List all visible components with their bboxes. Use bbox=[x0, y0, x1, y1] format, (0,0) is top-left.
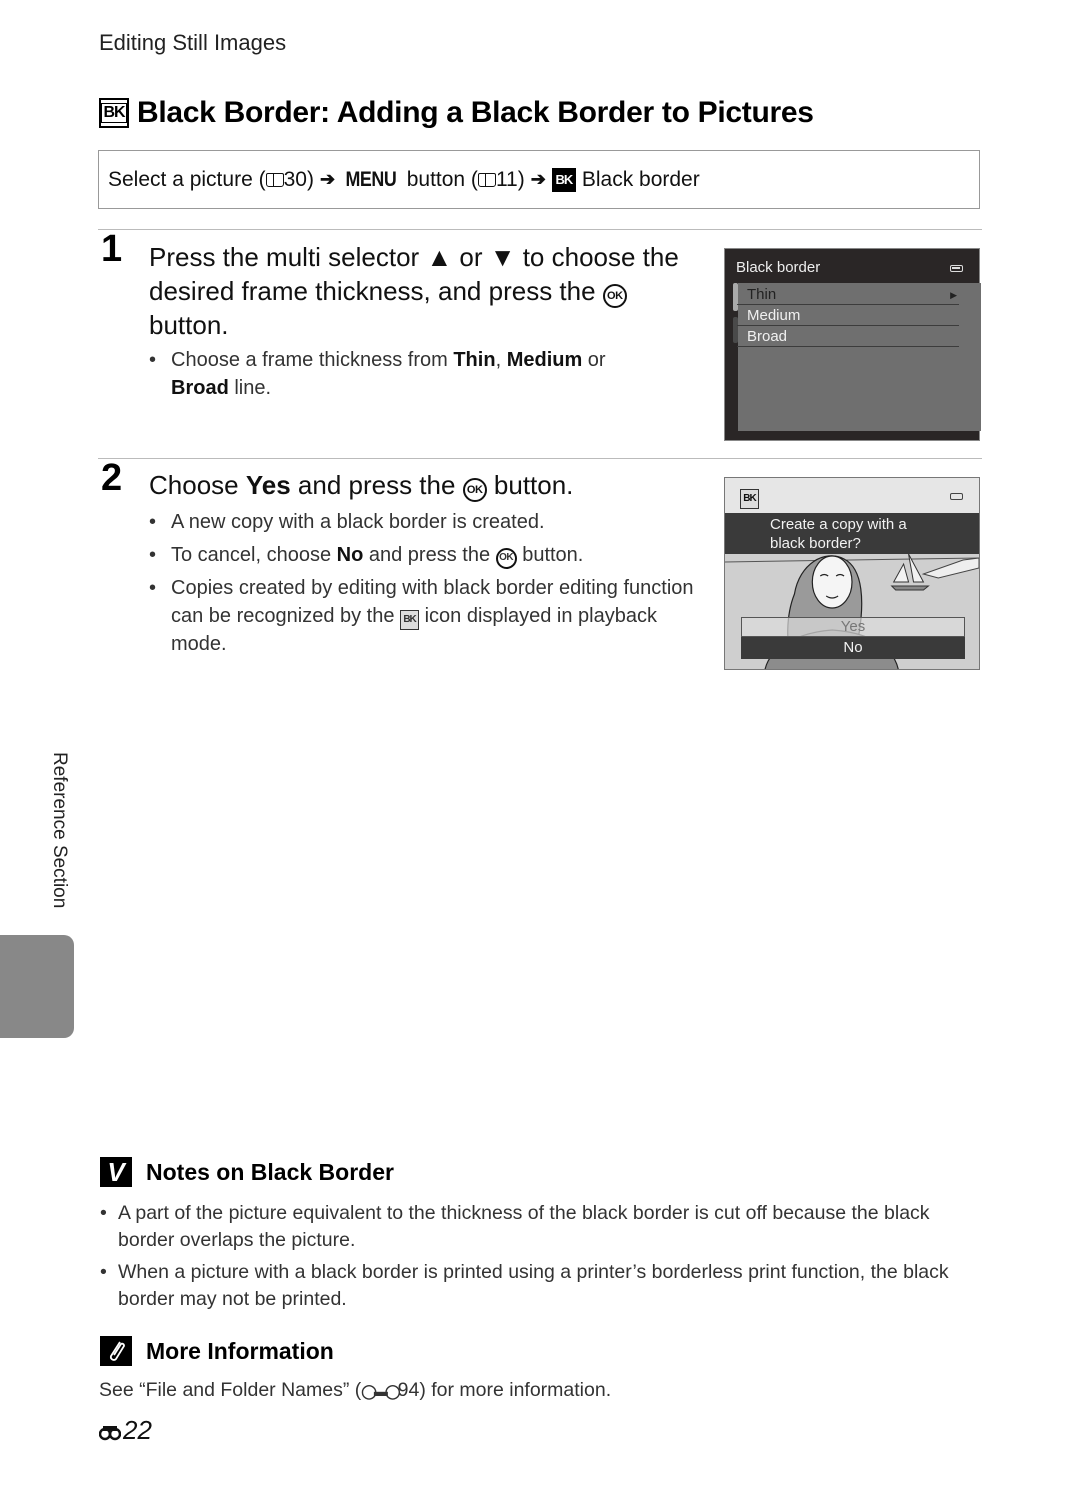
list-item: • A part of the picture equivalent to the… bbox=[100, 1202, 930, 1251]
ok-button-icon: OK bbox=[495, 547, 517, 569]
battery-icon bbox=[950, 493, 963, 500]
book-icon bbox=[477, 172, 496, 187]
page-number: 22 bbox=[99, 1415, 152, 1446]
page-title-text: Black Border: Adding a Black Border to P… bbox=[137, 96, 814, 129]
navigation-path: Select a picture (30) ➔ MENU button (11)… bbox=[98, 150, 980, 209]
paperclip-icon bbox=[100, 1336, 132, 1366]
more-info-heading-text: More Information bbox=[146, 1337, 334, 1364]
divider bbox=[98, 229, 982, 230]
black-border-icon: BK bbox=[740, 489, 759, 509]
list-item: • When a picture with a black border is p… bbox=[100, 1261, 949, 1310]
arrow-right-icon: ➔ bbox=[530, 169, 546, 189]
book-icon bbox=[265, 172, 284, 187]
black-border-icon: BK bbox=[551, 167, 576, 192]
caret-right-icon: ▶ bbox=[950, 290, 957, 300]
ok-button-icon: OK bbox=[602, 284, 627, 308]
notes-heading: V Notes on Black Border bbox=[100, 1157, 394, 1187]
menu-option-thin[interactable]: Thin ▶ bbox=[737, 285, 959, 305]
list-item: • Choose a frame thickness from Thin, Me… bbox=[149, 349, 606, 399]
confirm-prompt: Create a copy with a black border? bbox=[725, 513, 979, 554]
option-yes[interactable]: Yes bbox=[741, 617, 965, 637]
menu-button-icon: MENU bbox=[345, 167, 397, 191]
camera-screen-black-border-menu: Black border Thin ▶ Medium Broad bbox=[724, 248, 981, 441]
black-border-icon: BK bbox=[99, 98, 129, 128]
option-no[interactable]: No bbox=[741, 637, 965, 659]
notes-list: • A part of the picture equivalent to the… bbox=[100, 1200, 980, 1318]
step-2-instruction: Choose Yes and press the OK button. bbox=[149, 470, 574, 502]
path-step-black-border: Black border bbox=[581, 167, 700, 191]
menu-option-medium[interactable]: Medium bbox=[737, 306, 959, 326]
path-step-menu: MENU button (11) bbox=[345, 167, 525, 191]
step-number-2: 2 bbox=[101, 457, 123, 499]
side-section-label: Reference Section bbox=[49, 752, 70, 909]
step-1-instruction: Press the multi selector ▲ or ▼ to choos… bbox=[149, 242, 679, 340]
notes-heading-text: Notes on Black Border bbox=[146, 1158, 394, 1185]
list-item: • To cancel, choose No and press the OK … bbox=[149, 541, 694, 569]
section-header: Editing Still Images bbox=[99, 30, 287, 55]
check-icon: V bbox=[100, 1157, 132, 1187]
list-item: • A new copy with a black border is creat… bbox=[149, 511, 545, 533]
reference-section-icon bbox=[99, 1425, 121, 1440]
menu-title: Black border bbox=[736, 259, 821, 276]
step-2-notes: • A new copy with a black border is creat… bbox=[149, 508, 694, 663]
camera-screen-confirm: BK Create a copy with a black border? Ye… bbox=[724, 477, 980, 670]
ok-button-icon: OK bbox=[462, 478, 487, 502]
list-item: • Copies created by editing with black b… bbox=[149, 577, 694, 655]
arrow-right-icon: ➔ bbox=[319, 169, 336, 189]
more-info-text: See “File and Folder Names” (◯▬◯94) for … bbox=[99, 1379, 612, 1401]
up-arrow-icon: ▲ bbox=[426, 242, 453, 272]
section-tab bbox=[0, 935, 74, 1038]
down-arrow-icon: ▼ bbox=[489, 242, 516, 272]
battery-icon bbox=[950, 265, 963, 272]
page-title: BK Black Border: Adding a Black Border t… bbox=[99, 96, 814, 130]
status-bar bbox=[725, 478, 979, 513]
reference-section-icon: ◯▬◯ bbox=[361, 1383, 400, 1399]
step-number-1: 1 bbox=[101, 228, 123, 270]
black-border-icon: BK bbox=[400, 610, 420, 630]
path-step-select: Select a picture (30) bbox=[108, 167, 314, 191]
more-info-heading: More Information bbox=[100, 1336, 334, 1366]
divider bbox=[98, 458, 982, 459]
menu-option-broad[interactable]: Broad bbox=[737, 327, 959, 347]
step-1-notes: • Choose a frame thickness from Thin, Me… bbox=[149, 346, 649, 407]
